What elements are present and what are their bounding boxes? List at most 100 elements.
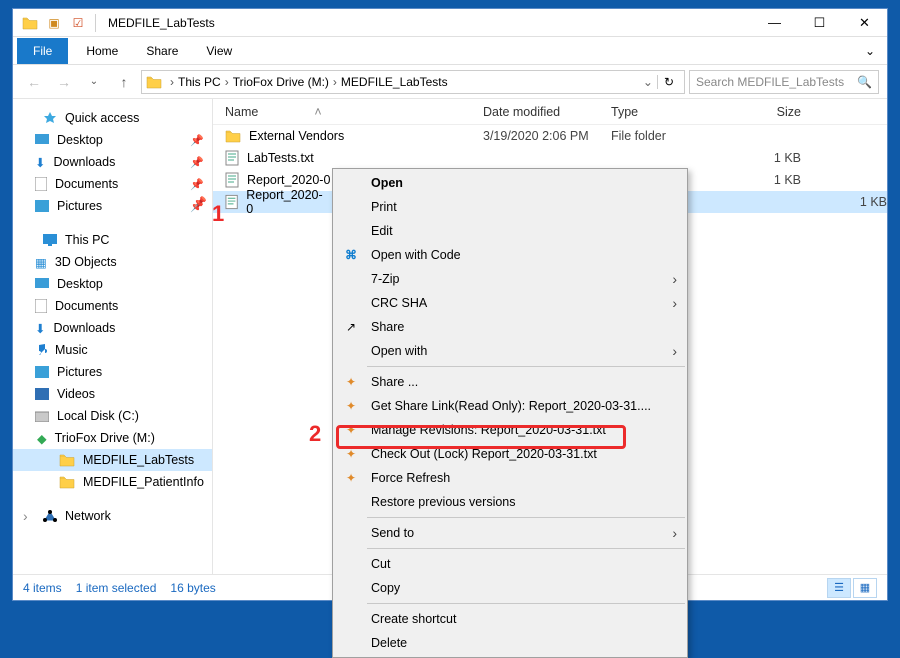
nav-up-button[interactable]: ↑ bbox=[111, 69, 137, 95]
nav-forward-button[interactable]: → bbox=[51, 69, 77, 95]
sidebar-item-3d-objects[interactable]: ▦3D Objects bbox=[13, 251, 212, 273]
ctx-open[interactable]: Open bbox=[333, 171, 687, 195]
sidebar-item-medfile-labtests[interactable]: MEDFILE_LabTests bbox=[13, 449, 212, 471]
search-input[interactable]: Search MEDFILE_LabTests 🔍 bbox=[689, 70, 879, 94]
pin-icon: 📌 bbox=[193, 196, 207, 209]
sidebar-item-local-disk[interactable]: Local Disk (C:) bbox=[13, 405, 212, 427]
ctx-edit[interactable]: Edit bbox=[333, 219, 687, 243]
sidebar-item-videos[interactable]: Videos bbox=[13, 383, 212, 405]
ctx-create-shortcut[interactable]: Create shortcut bbox=[333, 607, 687, 631]
sidebar-item-network[interactable]: › Network bbox=[13, 505, 212, 527]
folder-icon bbox=[59, 475, 75, 489]
column-name[interactable]: Name˄ bbox=[225, 105, 483, 119]
sidebar-item-pictures[interactable]: Pictures📌 bbox=[13, 195, 212, 217]
triofox-icon: ✦ bbox=[343, 398, 359, 414]
quick-access[interactable]: Quick access bbox=[13, 107, 212, 129]
chevron-right-icon: › bbox=[672, 295, 677, 311]
text-file-icon bbox=[225, 172, 239, 188]
breadcrumb[interactable]: TrioFox Drive (M:) bbox=[233, 75, 329, 89]
ctx-crc-sha[interactable]: CRC SHA› bbox=[333, 291, 687, 315]
column-type[interactable]: Type bbox=[611, 105, 721, 119]
sidebar-item-triofox-drive[interactable]: ◆TrioFox Drive (M:) bbox=[13, 427, 212, 449]
ctx-cut[interactable]: Cut bbox=[333, 552, 687, 576]
cube-icon: ▦ bbox=[35, 255, 47, 270]
ctx-open-with-code[interactable]: ⌘Open with Code bbox=[333, 243, 687, 267]
chevron-down-icon[interactable]: ⌄ bbox=[639, 75, 657, 89]
tab-view[interactable]: View bbox=[192, 38, 246, 64]
ctx-print[interactable]: Print bbox=[333, 195, 687, 219]
address-bar[interactable]: › This PC › TrioFox Drive (M:) › MEDFILE… bbox=[141, 70, 685, 94]
ctx-copy[interactable]: Copy bbox=[333, 576, 687, 600]
triofox-icon: ✦ bbox=[343, 374, 359, 390]
ctx-send-to[interactable]: Send to› bbox=[333, 521, 687, 545]
music-icon bbox=[35, 343, 47, 357]
address-bar-row: ← → ⌄ ↑ › This PC › TrioFox Drive (M:) ›… bbox=[13, 65, 887, 99]
column-size[interactable]: Size bbox=[721, 105, 801, 119]
chevron-right-icon[interactable]: › bbox=[23, 508, 35, 524]
file-row[interactable]: External Vendors 3/19/2020 2:06 PM File … bbox=[213, 125, 887, 147]
close-button[interactable]: ✕ bbox=[842, 9, 887, 36]
ctx-manage-revisions[interactable]: ✦Manage Revisions: Report_2020-03-31.txt bbox=[333, 418, 687, 442]
breadcrumb[interactable]: MEDFILE_LabTests bbox=[341, 75, 448, 89]
ctx-force-refresh[interactable]: ✦Force Refresh bbox=[333, 466, 687, 490]
column-date[interactable]: Date modified bbox=[483, 105, 611, 119]
sidebar-item-desktop[interactable]: Desktop bbox=[13, 273, 212, 295]
context-menu: Open Print Edit ⌘Open with Code 7-Zip› C… bbox=[332, 168, 688, 658]
tab-home[interactable]: Home bbox=[72, 38, 132, 64]
status-selected: 1 item selected bbox=[76, 581, 157, 595]
ctx-restore-previous[interactable]: Restore previous versions bbox=[333, 490, 687, 514]
nav-recent-dropdown[interactable]: ⌄ bbox=[81, 69, 107, 95]
text-file-icon bbox=[225, 150, 239, 166]
view-icons-button[interactable]: ▦ bbox=[853, 578, 877, 598]
desktop-icon bbox=[35, 278, 49, 290]
sidebar-item-medfile-patientinfo[interactable]: MEDFILE_PatientInfo bbox=[13, 471, 212, 493]
triofox-icon: ✦ bbox=[343, 422, 359, 438]
sidebar-item-downloads[interactable]: ⬇Downloads bbox=[13, 317, 212, 339]
documents-icon bbox=[35, 177, 47, 191]
sidebar-item-documents[interactable]: Documents📌 bbox=[13, 173, 212, 195]
sidebar-item-pictures[interactable]: Pictures bbox=[13, 361, 212, 383]
maximize-button[interactable]: ☐ bbox=[797, 9, 842, 36]
ctx-share-ellipsis[interactable]: ✦Share ... bbox=[333, 370, 687, 394]
pin-icon: 📌 bbox=[190, 134, 204, 147]
ribbon-tabs: File Home Share View ⌄ bbox=[13, 37, 887, 65]
title-bar: ▣ ☑ MEDFILE_LabTests — ☐ ✕ bbox=[13, 9, 887, 37]
chevron-right-icon: › bbox=[672, 343, 677, 359]
folder-icon bbox=[225, 129, 241, 143]
sidebar-item-desktop[interactable]: Desktop📌 bbox=[13, 129, 212, 151]
minimize-button[interactable]: — bbox=[752, 9, 797, 36]
navigation-pane: Quick access Desktop📌 ⬇Downloads📌 Docume… bbox=[13, 99, 213, 574]
sort-asc-icon: ˄ bbox=[314, 105, 321, 119]
search-icon: 🔍 bbox=[857, 75, 872, 89]
triofox-icon: ✦ bbox=[343, 470, 359, 486]
ctx-get-share-link[interactable]: ✦Get Share Link(Read Only): Report_2020-… bbox=[333, 394, 687, 418]
network-icon bbox=[43, 510, 57, 522]
tab-share[interactable]: Share bbox=[132, 38, 192, 64]
disk-icon bbox=[35, 410, 49, 422]
pictures-icon bbox=[35, 200, 49, 212]
ribbon-collapse-icon[interactable]: ⌄ bbox=[853, 38, 887, 64]
qat-properties-icon[interactable]: ▣ bbox=[43, 12, 65, 34]
ctx-7zip[interactable]: 7-Zip› bbox=[333, 267, 687, 291]
sidebar-item-music[interactable]: Music bbox=[13, 339, 212, 361]
file-row[interactable]: LabTests.txt 1 KB bbox=[213, 147, 887, 169]
downloads-icon: ⬇ bbox=[35, 155, 45, 170]
triofox-icon: ✦ bbox=[343, 446, 359, 462]
ctx-share[interactable]: ↗Share bbox=[333, 315, 687, 339]
this-pc[interactable]: This PC bbox=[13, 229, 212, 251]
desktop-icon bbox=[35, 134, 49, 146]
sidebar-item-documents[interactable]: Documents bbox=[13, 295, 212, 317]
view-details-button[interactable]: ☰ bbox=[827, 578, 851, 598]
ctx-delete[interactable]: Delete bbox=[333, 631, 687, 655]
explorer-window: ▣ ☑ MEDFILE_LabTests — ☐ ✕ File Home Sha… bbox=[12, 8, 888, 601]
refresh-icon[interactable]: ↻ bbox=[657, 75, 680, 89]
qat-checkmark-icon[interactable]: ☑ bbox=[67, 12, 89, 34]
sidebar-item-downloads[interactable]: ⬇Downloads📌 bbox=[13, 151, 212, 173]
ctx-check-out-lock[interactable]: ✦Check Out (Lock) Report_2020-03-31.txt bbox=[333, 442, 687, 466]
breadcrumb[interactable]: This PC bbox=[178, 75, 221, 89]
documents-icon bbox=[35, 299, 47, 313]
tab-file[interactable]: File bbox=[17, 38, 68, 64]
nav-back-button[interactable]: ← bbox=[21, 69, 47, 95]
window-title: MEDFILE_LabTests bbox=[108, 16, 215, 30]
ctx-open-with[interactable]: Open with› bbox=[333, 339, 687, 363]
